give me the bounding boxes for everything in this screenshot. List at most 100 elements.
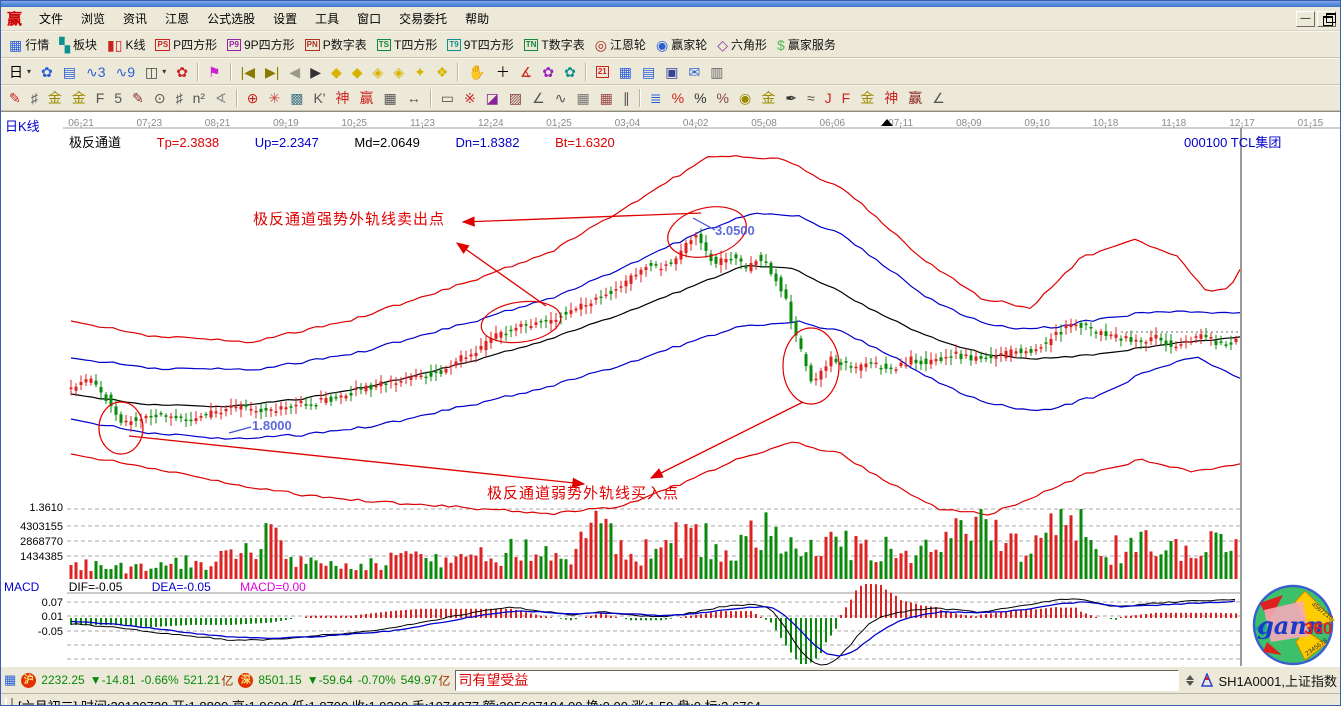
pattern-purple-tool-button[interactable]: ✿ <box>537 62 559 82</box>
n-square-tool-tool-button[interactable]: n² <box>188 88 210 108</box>
index-spinner[interactable] <box>1184 675 1196 686</box>
9t-square-button[interactable]: T99T四方形 <box>442 34 518 55</box>
first-page-tool-button[interactable]: |◀ <box>236 62 260 82</box>
menu-item-browse[interactable]: 浏览 <box>72 8 114 29</box>
p-number-table-button[interactable]: PNP数字表 <box>300 34 372 55</box>
wave3-tool-tool-button[interactable]: ∿3 <box>81 62 111 82</box>
grid-count-tool-button[interactable]: ▦ <box>378 88 401 108</box>
menu-item-file[interactable]: 文件 <box>30 8 72 29</box>
box-select-tool-button[interactable]: ▭ <box>436 88 459 108</box>
measure-pen-tool-button[interactable]: ✎ <box>127 88 149 108</box>
ray-fan-tool-button[interactable]: ※ <box>459 88 481 108</box>
period-selector-dropdown-icon[interactable]: ▾ <box>27 67 31 76</box>
fan-box-tool-button[interactable]: ◪ <box>481 88 504 108</box>
net-box-tool-button[interactable]: ▨ <box>504 88 527 108</box>
save-tool-tool-button[interactable]: ▣ <box>660 62 683 82</box>
menu-item-help[interactable]: 帮助 <box>456 8 498 29</box>
candle-selector-dropdown-icon[interactable]: ▾ <box>162 67 166 76</box>
winner-service-button[interactable]: $赢家服务 <box>772 34 841 55</box>
gold-angle-tool-button[interactable]: 金 <box>855 88 879 108</box>
9p-square-button[interactable]: P99P四方形 <box>222 34 299 55</box>
diamond-right-tool-button[interactable]: ◆ <box>347 62 368 82</box>
misc-angle-tool-button[interactable]: ∠ <box>927 88 950 108</box>
web-tool-tool-button[interactable]: ✳ <box>263 88 285 108</box>
menu-item-window[interactable]: 窗口 <box>348 8 390 29</box>
span-arrows-tool-button[interactable]: ↔ <box>402 88 426 108</box>
fib-comb-tool-button[interactable]: F <box>91 88 110 108</box>
diamond-h-tool-button[interactable]: ◈ <box>368 62 389 82</box>
target-tool-tool-button[interactable]: ⊕ <box>242 88 264 108</box>
grid-tool-b-tool-button[interactable]: ▦ <box>595 88 618 108</box>
period-selector-tool-button[interactable]: 日▾ <box>4 62 36 82</box>
next-page-tool-button[interactable]: ▶ <box>305 62 326 82</box>
t-number-table-button[interactable]: TNT数字表 <box>519 34 590 55</box>
spinner-down-icon[interactable] <box>1186 681 1194 686</box>
gold-comb-1-tool-button[interactable]: 金 <box>43 88 67 108</box>
notebook-tool-tool-button[interactable]: ▤ <box>637 62 660 82</box>
current-index-label[interactable]: SH1A0001,上证指数 <box>1219 671 1338 690</box>
diamond-x-tool-button[interactable]: ◈ <box>388 62 409 82</box>
spinner-up-icon[interactable] <box>1186 675 1194 680</box>
shen-angle-tool-button[interactable]: 神 <box>879 88 903 108</box>
quotes-button[interactable]: ▦行情 <box>4 34 54 55</box>
diamond-plus-tool-button[interactable]: ✦ <box>409 62 431 82</box>
minimize-button[interactable]: — <box>1296 11 1315 27</box>
gold-line-tool-button[interactable]: 金 <box>756 88 780 108</box>
shen-comb-tool-button[interactable]: 神 <box>330 88 354 108</box>
restore-button[interactable] <box>1317 11 1336 27</box>
f-angle-tool-button[interactable]: F <box>837 88 856 108</box>
calendar-tool-tool-button[interactable]: 21 <box>591 64 614 80</box>
quotes-board-icon[interactable]: ▦ <box>4 672 16 688</box>
doc-tool-tool-button[interactable]: ▤ <box>58 62 81 82</box>
menu-item-formula-stock-pick[interactable]: 公式选股 <box>198 8 264 29</box>
calculator-tool-tool-button[interactable]: ▦ <box>614 62 637 82</box>
menu-item-tools[interactable]: 工具 <box>306 8 348 29</box>
winner-wheel-button[interactable]: ◉赢家轮 <box>651 34 712 55</box>
web-mail-tool-tool-button[interactable]: ✉ <box>683 62 705 82</box>
ink-pen-tool-button[interactable]: ✒ <box>780 88 802 108</box>
flag-tool-tool-button[interactable]: ⚑ <box>203 62 226 82</box>
gold-comb-2-tool-button[interactable]: 金 <box>67 88 91 108</box>
sectors-button[interactable]: ▚板块 <box>54 34 102 55</box>
kline-button[interactable]: ▮▯K线 <box>102 34 150 55</box>
news-ticker[interactable]: 司有望受益 <box>455 670 1178 691</box>
gann-wheel-button[interactable]: ◎江恩轮 <box>590 34 651 55</box>
menu-item-settings[interactable]: 设置 <box>264 8 306 29</box>
menu-item-trade[interactable]: 交易委托 <box>390 8 456 29</box>
gold-ring-tool-button[interactable]: ◉ <box>734 88 756 108</box>
j-angle-tool-button[interactable]: J <box>820 88 837 108</box>
zigzag-wave-tool-button[interactable]: ∿ <box>550 88 572 108</box>
k-note-tool-button[interactable]: K' <box>308 88 330 108</box>
hexagon-button[interactable]: ◇六角形 <box>712 34 772 55</box>
price-scale-tool-button[interactable]: ≣ <box>645 88 667 108</box>
menu-item-gann[interactable]: 江恩 <box>156 8 198 29</box>
hand-tool-tool-button[interactable]: ✋ <box>463 62 490 82</box>
remote-tool-tool-button[interactable]: ▥ <box>705 62 728 82</box>
gann-pen-tool-button[interactable]: ✎ <box>4 88 26 108</box>
trend-line-tool-button[interactable]: ∠ <box>527 88 550 108</box>
diamond-all-tool-button[interactable]: ❖ <box>431 62 454 82</box>
ying-angle-tool-button[interactable]: 赢 <box>903 88 927 108</box>
angle-scan-tool-button[interactable]: ∢ <box>210 88 232 108</box>
parallel-tool-tool-button[interactable]: ∥ <box>618 88 635 108</box>
pattern-teal-tool-button[interactable]: ✿ <box>559 62 581 82</box>
small-comb-tool-button[interactable]: ♯ <box>171 88 188 108</box>
angle-measure-tool-tool-button[interactable]: ∡ <box>515 62 538 82</box>
percent-tool-tool-button[interactable]: % <box>689 88 711 108</box>
last-page-tool-button[interactable]: ▶| <box>260 62 284 82</box>
pattern-red-tool-button[interactable]: ✿ <box>171 62 193 82</box>
crosshair-tool-tool-button[interactable]: ＋ <box>491 62 515 82</box>
time-comb-tool-button[interactable]: ♯ <box>26 88 43 108</box>
ying-comb-tool-button[interactable]: 赢 <box>354 88 378 108</box>
menu-item-news[interactable]: 资讯 <box>114 8 156 29</box>
prev-page-tool-button[interactable]: ◀ <box>284 62 305 82</box>
grid-tool-a-tool-button[interactable]: ▦ <box>571 88 594 108</box>
time-circle-tool-button[interactable]: ⊙ <box>149 88 171 108</box>
pattern-blue-tool-button[interactable]: ✿ <box>36 62 58 82</box>
cycle-comb-tool-button[interactable]: 5 <box>109 88 127 108</box>
t-square-button[interactable]: TST四方形 <box>372 34 443 55</box>
percent-zone-tool-button[interactable]: % <box>667 88 689 108</box>
wave9-tool-tool-button[interactable]: ∿9 <box>111 62 141 82</box>
web-box-tool-tool-button[interactable]: ▩ <box>285 88 308 108</box>
ab-wave-tool-button[interactable]: ≈ <box>802 88 820 108</box>
